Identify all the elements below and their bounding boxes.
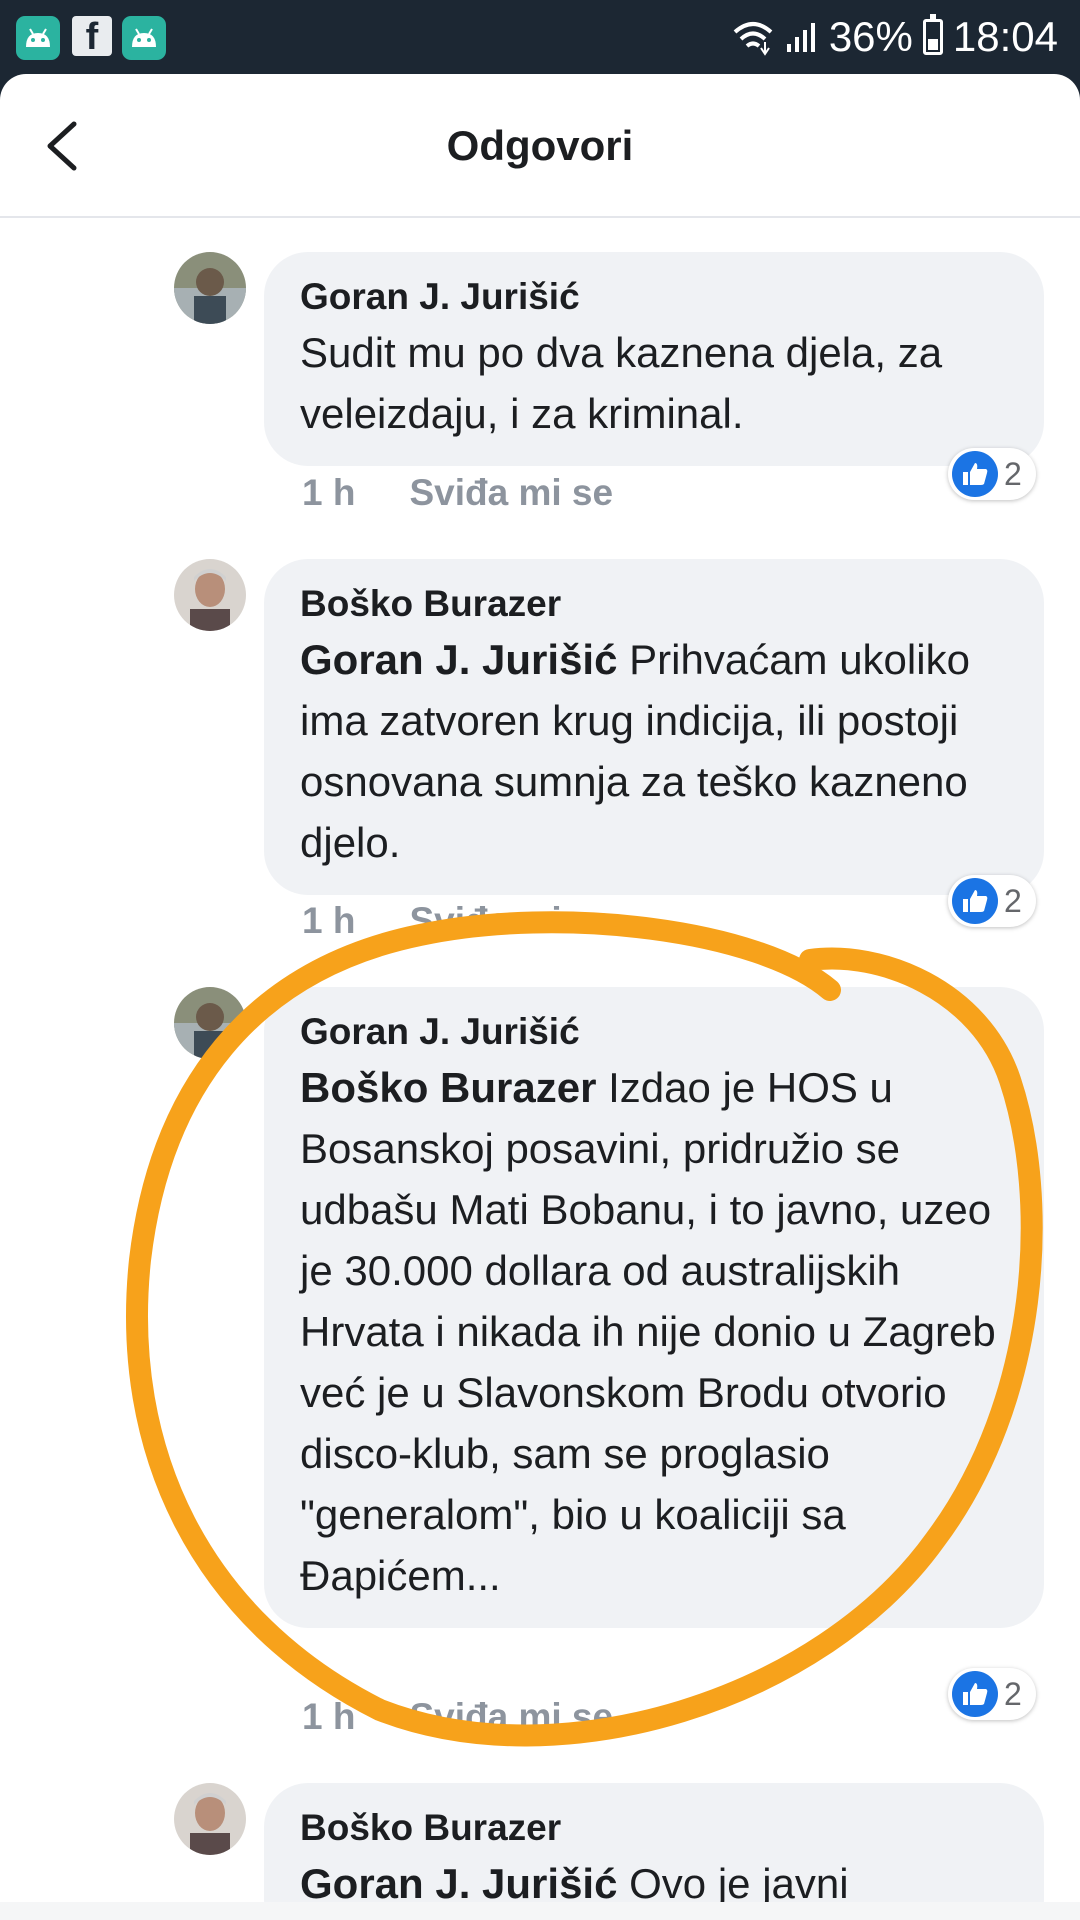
like-button[interactable]: Sviđa mi se: [409, 1696, 613, 1737]
comment-time: 1 h: [302, 472, 356, 513]
mention-link[interactable]: Goran J. Jurišić: [300, 636, 617, 683]
bottom-edge: [0, 1902, 1080, 1920]
like-button[interactable]: Sviđa mi se: [409, 472, 613, 513]
comment-meta: 1 h Sviđa mi se: [302, 900, 613, 942]
mention-link[interactable]: Goran J. Jurišić: [300, 1860, 617, 1907]
battery-icon: [922, 14, 943, 55]
comment-author[interactable]: Boško Burazer: [300, 1805, 1008, 1851]
thumbs-up-icon: [952, 878, 998, 924]
reaction-badge[interactable]: 2: [948, 1668, 1036, 1720]
clock: 18:04: [952, 13, 1058, 60]
reaction-count: 2: [1004, 455, 1022, 492]
like-button[interactable]: Sviđa mi se: [409, 900, 613, 941]
comment-body: Ovo je javni: [629, 1860, 849, 1907]
comment-body: Izdao je HOS u Bosanskoj posavini, pridr…: [300, 1064, 996, 1599]
android-app-icon: [122, 16, 166, 60]
comment-bubble[interactable]: Goran J. Jurišić Boško Burazer Izdao je …: [264, 987, 1044, 1628]
comment-author[interactable]: Goran J. Jurišić: [300, 274, 1008, 320]
reaction-count: 2: [1004, 1675, 1022, 1712]
mention-link[interactable]: Boško Burazer: [300, 1064, 596, 1111]
comment-text: Sudit mu po dva kaznena djela, za veleiz…: [300, 322, 1008, 444]
avatar[interactable]: [174, 987, 246, 1059]
replies-screen: Odgovori Goran J. Jurišić Sudit mu po dv…: [0, 74, 1080, 1920]
comment-time: 1 h: [302, 900, 356, 941]
facebook-icon: f: [72, 16, 112, 56]
android-app-icon: [16, 16, 60, 60]
reaction-badge[interactable]: 2: [948, 448, 1036, 500]
avatar[interactable]: [174, 1783, 246, 1855]
comment-bubble[interactable]: Goran J. Jurišić Sudit mu po dva kaznena…: [264, 252, 1044, 466]
reaction-count: 2: [1004, 882, 1022, 919]
battery-percent: 36%: [828, 13, 913, 60]
comment-author[interactable]: Goran J. Jurišić: [300, 1009, 1008, 1055]
signal-icon: [786, 23, 815, 52]
comment-bubble[interactable]: Boško Burazer Goran J. Jurišić Ovo je ja…: [264, 1783, 1044, 1920]
comment-meta: 1 h Sviđa mi se: [302, 472, 613, 514]
comment-meta: 1 h Sviđa mi se: [302, 1696, 613, 1738]
comment-time: 1 h: [302, 1696, 356, 1737]
header: Odgovori: [0, 74, 1080, 218]
comment-bubble[interactable]: Boško Burazer Goran J. Jurišić Prihvaćam…: [264, 559, 1044, 895]
avatar[interactable]: [174, 559, 246, 631]
reaction-badge[interactable]: 2: [948, 875, 1036, 927]
comment-author[interactable]: Boško Burazer: [300, 581, 1008, 627]
thumbs-up-icon: [952, 451, 998, 497]
wifi-icon: [733, 22, 773, 56]
avatar[interactable]: [174, 252, 246, 324]
comment-body: Sudit mu po dva kaznena djela, za veleiz…: [300, 329, 943, 437]
comment-text: Boško Burazer Izdao je HOS u Bosanskoj p…: [300, 1057, 1008, 1606]
status-bar: f 36% 18:04: [0, 0, 1080, 74]
thumbs-up-icon: [952, 1671, 998, 1717]
page-title: Odgovori: [446, 122, 634, 169]
comment-text: Goran J. Jurišić Prihvaćam ukoliko ima z…: [300, 629, 1008, 873]
